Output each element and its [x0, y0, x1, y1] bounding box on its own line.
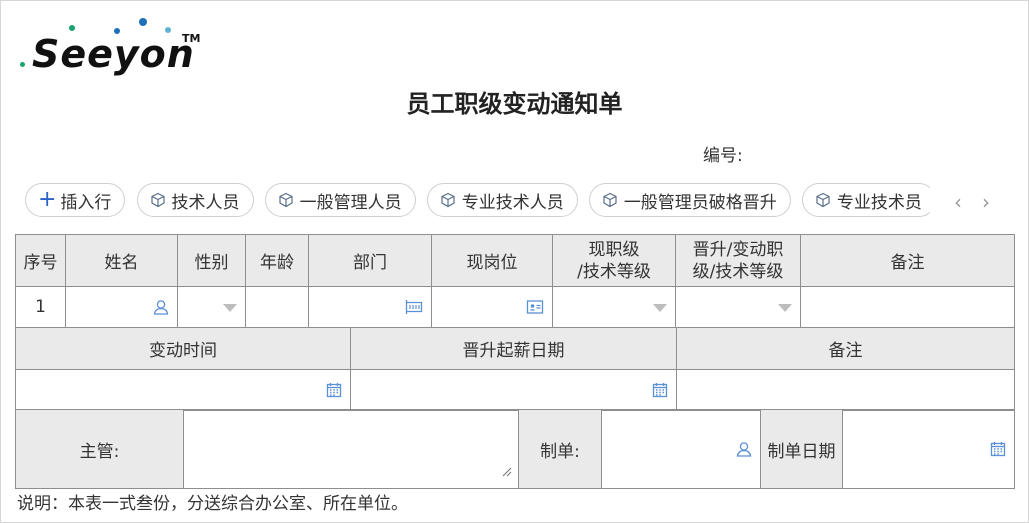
calendar-icon[interactable]: [652, 382, 668, 398]
header-remarks: 备注: [800, 234, 1015, 287]
id-card-icon[interactable]: [526, 299, 544, 315]
preset-label: 一般管理员破格晋升: [623, 192, 777, 213]
cube-icon: [440, 192, 456, 208]
plus-icon: +: [38, 187, 57, 212]
logo-trademark: TM: [182, 32, 201, 45]
remarks-field-2[interactable]: [676, 369, 1015, 411]
preset-button-general-admin[interactable]: 一般管理人员: [264, 183, 416, 217]
preset-label: 专业技术员: [836, 192, 922, 213]
gender-select[interactable]: [177, 286, 246, 328]
supervisor-label: 主管:: [15, 409, 184, 489]
chevron-down-icon: [653, 304, 667, 312]
chevron-down-icon: [223, 304, 237, 312]
name-field[interactable]: [65, 286, 178, 328]
header-index: 序号: [15, 234, 66, 287]
supervisor-textarea[interactable]: [183, 409, 519, 489]
preset-button-professional-tech-staff[interactable]: 专业技术员: [801, 183, 930, 217]
table-row: 1: [15, 286, 1015, 328]
preset-label: 专业技术人员: [461, 192, 564, 213]
preset-button-professional-technical[interactable]: 专业技术人员: [426, 183, 578, 217]
scroll-right-icon[interactable]: ›: [982, 190, 990, 214]
form-title: 员工职级变动通知单: [406, 90, 623, 118]
row-index: 1: [15, 286, 66, 328]
header-remarks-2: 备注: [676, 327, 1015, 370]
cube-icon: [150, 192, 166, 208]
header-current-level: 现职级 /技术等级: [552, 234, 676, 287]
cube-icon: [278, 192, 294, 208]
resize-handle-icon[interactable]: [502, 462, 512, 482]
form-note: 说明：本表一式叁份，分送综合办公室、所在单位。: [17, 494, 408, 514]
header-department: 部门: [308, 234, 432, 287]
insert-row-button[interactable]: + 插入行: [25, 183, 126, 217]
insert-row-label: 插入行: [60, 192, 112, 213]
position-field[interactable]: [431, 286, 553, 328]
chevron-down-icon: [778, 304, 792, 312]
remarks-field[interactable]: [800, 286, 1015, 328]
current-level-select[interactable]: [552, 286, 676, 328]
header-change-time: 变动时间: [15, 327, 351, 370]
seeyon-logo: Seeyon TM: [18, 18, 208, 76]
make-date-label: 制单日期: [760, 409, 843, 489]
cube-icon: [815, 192, 831, 208]
preset-toolbar: + 插入行 技术人员 一般管理人员 专业技术人员 一般管理员破格晋升 专业技术员: [25, 183, 930, 219]
employee-table: 序号 姓名 性别 年龄 部门 现岗位 现职级 /技术等级 晋升/变动职 级/技术…: [15, 234, 1015, 328]
dates-table: 变动时间 晋升起薪日期 备注: [15, 327, 1015, 411]
change-time-field[interactable]: [15, 369, 351, 411]
header-current-position: 现岗位: [431, 234, 553, 287]
logo-text: Seeyon: [32, 32, 195, 76]
scroll-left-icon[interactable]: ‹: [954, 190, 962, 214]
new-level-select[interactable]: [675, 286, 801, 328]
person-icon[interactable]: [736, 441, 752, 457]
make-date-field[interactable]: [842, 409, 1015, 489]
serial-number-label: 编号:: [703, 146, 743, 166]
department-field[interactable]: [308, 286, 432, 328]
preset-button-technical-staff[interactable]: 技术人员: [136, 183, 254, 217]
person-icon[interactable]: [153, 299, 169, 315]
header-gender: 性别: [177, 234, 246, 287]
maker-label: 制单:: [518, 409, 602, 489]
header-name: 姓名: [65, 234, 178, 287]
calendar-icon[interactable]: [990, 441, 1006, 457]
calendar-icon[interactable]: [326, 382, 342, 398]
header-salary-start-date: 晋升起薪日期: [350, 327, 677, 370]
cube-icon: [602, 192, 618, 208]
header-new-level: 晋升/变动职 级/技术等级: [675, 234, 801, 287]
maker-field[interactable]: [601, 409, 761, 489]
signature-table: 主管: 制单: 制单日期: [15, 409, 1015, 489]
header-age: 年龄: [245, 234, 309, 287]
preset-button-admin-exceptional-promotion[interactable]: 一般管理员破格晋升: [588, 183, 791, 217]
age-field[interactable]: [245, 286, 309, 328]
salary-start-date-field[interactable]: [350, 369, 677, 411]
department-icon[interactable]: [405, 299, 423, 315]
preset-label: 一般管理人员: [299, 192, 402, 213]
preset-label: 技术人员: [171, 192, 240, 213]
